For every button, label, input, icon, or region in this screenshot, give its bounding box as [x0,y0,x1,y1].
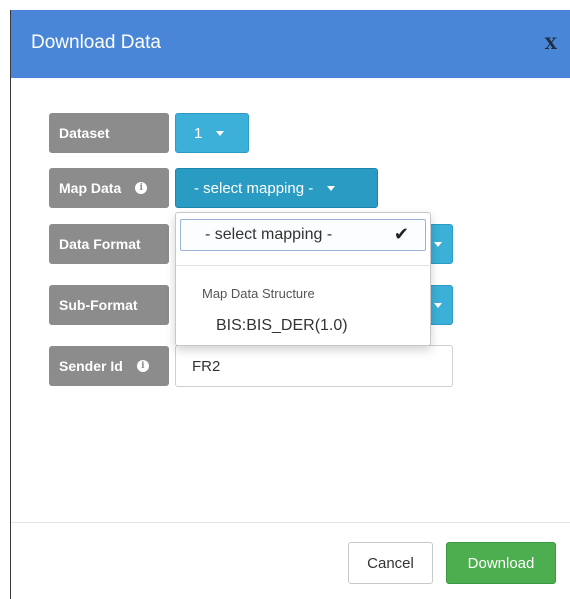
sender-id-input[interactable] [175,345,453,387]
dataset-label: Dataset [49,113,169,153]
cancel-button[interactable]: Cancel [348,542,433,584]
dropdown-selected-option[interactable]: - select mapping - ✔ [180,219,426,251]
download-data-dialog: Download Data X Dataset 1 Map Data i - s… [10,10,570,599]
dialog-title: Download Data [31,32,161,53]
dropdown-selected-text: - select mapping - [205,226,333,243]
check-icon: ✔ [393,224,409,244]
dropdown-item[interactable]: BIS:BIS_DER(1.0) [216,317,348,335]
dropdown-divider [176,265,430,266]
dialog-header: Download Data X [11,10,570,78]
info-icon: i [135,182,148,194]
caret-down-icon [327,185,336,191]
map-data-dropdown-menu: - select mapping - ✔ Map Data Structure … [175,212,431,346]
dropdown-group-header: Map Data Structure [202,286,315,301]
dataset-dropdown-button[interactable]: 1 [175,113,249,153]
dataset-label-text: Dataset [59,125,110,141]
info-icon: i [136,360,149,372]
sub-format-label-text: Sub-Format [59,297,138,313]
sub-format-label: Sub-Format [49,285,169,325]
data-format-label: Data Format [49,224,169,264]
caret-down-icon [434,302,442,308]
data-format-label-text: Data Format [59,236,141,252]
dataset-value: 1 [194,124,203,142]
map-data-value: - select mapping - [194,179,314,197]
sender-id-label: Sender Id i [49,346,169,386]
caret-down-icon [434,241,442,247]
download-button[interactable]: Download [446,542,556,584]
map-data-label-text: Map Data [59,180,122,196]
map-data-dropdown-button[interactable]: - select mapping - [175,168,378,208]
caret-down-icon [216,130,225,136]
footer-divider [11,522,570,523]
sender-id-label-text: Sender Id [59,358,123,374]
map-data-label: Map Data i [49,168,169,208]
close-button[interactable]: X [545,34,557,53]
